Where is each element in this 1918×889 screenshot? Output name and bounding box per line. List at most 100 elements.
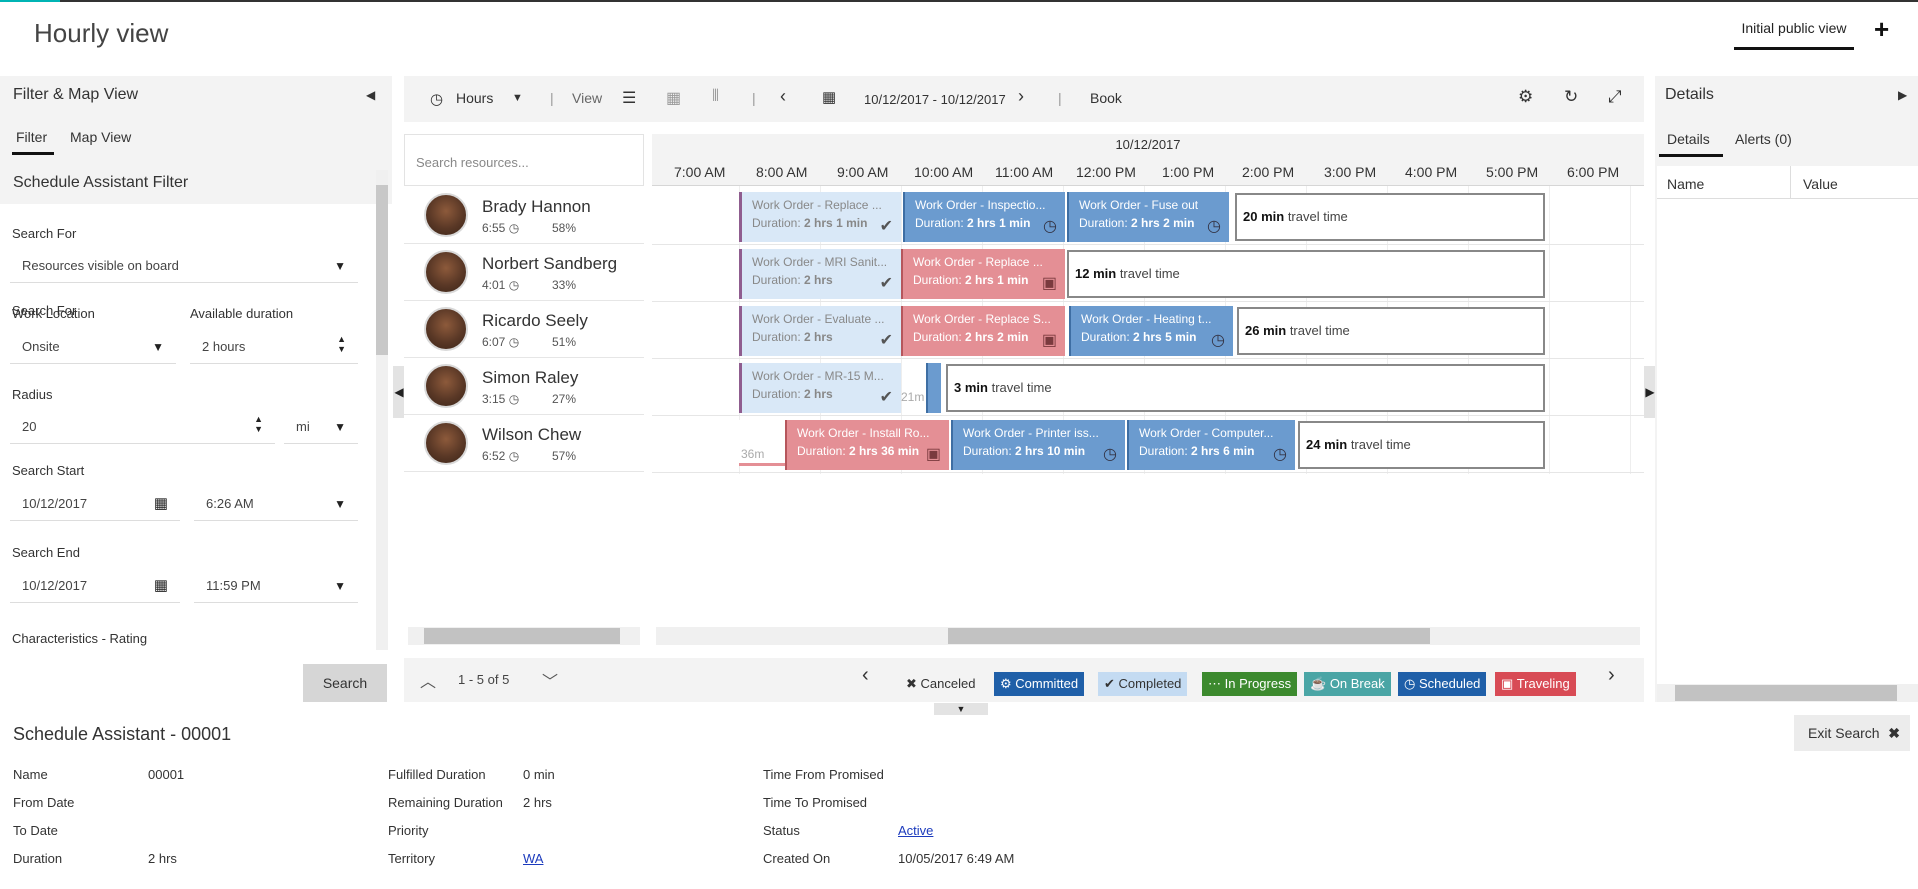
exit-search-button[interactable]: Exit Search ✖	[1794, 715, 1910, 751]
list-view-icon[interactable]: ☰	[622, 88, 636, 108]
booking-title: Work Order - Computer...	[1139, 426, 1274, 440]
collapse-details-icon[interactable]: ▼	[934, 703, 988, 715]
travel-time-block[interactable]: 3 min travel time	[946, 364, 1545, 412]
booking-block[interactable]: Work Order - Install Ro... Duration: 2 h…	[785, 420, 949, 470]
tab-alerts[interactable]: Alerts (0)	[1735, 131, 1792, 147]
hour-label: 10:00 AM	[914, 164, 974, 180]
collapse-right-icon[interactable]: ▶	[1898, 88, 1907, 102]
travel-duration: 20 min	[1243, 209, 1285, 224]
booking-block[interactable]: Work Order - Printer iss... Duration: 2 …	[951, 420, 1125, 470]
toolbar-separator: |	[550, 90, 554, 106]
search-end-time-select[interactable]: 11:59 PM ▼	[194, 569, 358, 603]
timeline-hscrollbar-thumb[interactable]	[948, 628, 1430, 644]
refresh-icon[interactable]: ↻	[1564, 87, 1578, 107]
resource-hours: 6:07 ◷	[482, 335, 520, 349]
booking-block[interactable]: Work Order - MR-15 M... Duration: 2 hrs …	[739, 363, 901, 413]
check-icon: ✔	[879, 389, 893, 406]
briefcase-icon: ▣	[1041, 275, 1057, 292]
booking-block[interactable]: Work Order - Heating t... Duration: 2 hr…	[1069, 306, 1233, 356]
booking-title: Work Order - Inspectio...	[915, 198, 1046, 212]
gear-icon[interactable]: ⚙	[1518, 87, 1533, 107]
calendar-icon[interactable]: ▦	[154, 487, 168, 521]
booking-block[interactable]: Work Order - Inspectio... Duration: 2 hr…	[903, 192, 1065, 242]
book-button[interactable]: Book	[1090, 90, 1122, 106]
toolbar-separator: |	[1058, 90, 1062, 106]
search-for-label: Search For	[12, 226, 77, 241]
search-button[interactable]: Search	[303, 664, 387, 702]
booking-block[interactable]: Work Order - Computer... Duration: 2 hrs…	[1127, 420, 1295, 470]
travel-time-block[interactable]: 12 min travel time	[1067, 250, 1545, 298]
chevron-down-icon[interactable]: ▼	[512, 92, 523, 104]
collapse-left-icon[interactable]: ◀	[366, 88, 375, 102]
resource-row[interactable]: Simon Raley 3:15 ◷ 27%	[404, 358, 644, 415]
calendar-icon[interactable]: ▦	[822, 88, 836, 106]
search-for-select[interactable]: Resources visible on board ▼	[10, 249, 358, 283]
view-selector-tab[interactable]: Initial public view	[1734, 20, 1854, 36]
booking-block[interactable]: Work Order - Replace S... Duration: 2 hr…	[901, 306, 1065, 356]
clock-icon: ◷	[1211, 332, 1225, 349]
search-start-date-input[interactable]: 10/12/2017 ▦	[10, 487, 180, 521]
search-end-time-value: 11:59 PM	[206, 578, 261, 593]
resource-utilization: 27%	[552, 392, 577, 406]
resource-search-input[interactable]: Search resources...	[416, 155, 529, 170]
travel-time-block[interactable]: 26 min travel time	[1237, 307, 1545, 355]
grid-view-icon[interactable]: ▦	[666, 88, 681, 108]
legend-previous-icon[interactable]: ‹	[862, 664, 869, 687]
search-start-time-select[interactable]: 6:26 AM ▼	[194, 487, 358, 521]
radius-unit-select[interactable]: mi ▼	[284, 410, 358, 444]
resource-row[interactable]: Ricardo Seely 6:07 ◷ 51%	[404, 301, 644, 358]
chevron-down-icon[interactable]: ﹀	[542, 668, 558, 692]
resource-row[interactable]: Wilson Chew 6:52 ◷ 57%	[404, 415, 644, 472]
detail-label: Created On	[763, 851, 831, 866]
territory-link[interactable]: WA	[523, 851, 543, 866]
tab-map-view[interactable]: Map View	[70, 129, 131, 145]
filter-scrollbar-thumb[interactable]	[376, 185, 388, 355]
resource-row[interactable]: Norbert Sandberg 4:01 ◷ 33%	[404, 244, 644, 301]
details-hscrollbar-thumb[interactable]	[1675, 685, 1897, 701]
search-end-date-value: 10/12/2017	[22, 578, 88, 593]
small-booking-label: 36m	[741, 447, 765, 461]
booking-block[interactable]: Work Order - Fuse out Duration: 2 hrs 2 …	[1067, 192, 1229, 242]
next-date-icon[interactable]: ›	[1018, 86, 1024, 107]
resource-utilization: 58%	[552, 221, 577, 235]
radius-input[interactable]: 20 ▲ ▼	[10, 410, 275, 444]
detail-value: 00001	[148, 767, 185, 782]
booking-block[interactable]: Work Order - Replace ... Duration: 2 hrs…	[901, 249, 1065, 299]
radius-label: Radius	[12, 387, 53, 402]
available-duration-select[interactable]: 2 hours ▲ ▼	[190, 330, 358, 364]
resource-hours: 3:15 ◷	[482, 392, 520, 406]
row-divider	[652, 358, 1644, 359]
previous-date-icon[interactable]: ‹	[780, 86, 786, 107]
booking-block[interactable]: Work Order - Evaluate ... Duration: 2 hr…	[739, 306, 901, 356]
chevron-down-icon: ▼	[334, 420, 346, 434]
travel-suffix: travel time	[1289, 323, 1350, 338]
resource-hours: 6:55 ◷	[482, 221, 520, 235]
status-link[interactable]: Active	[898, 823, 933, 838]
resource-utilization: 33%	[552, 278, 577, 292]
toolbar-separator: |	[752, 90, 756, 106]
row-divider	[652, 415, 1644, 416]
travel-time-block[interactable]: 20 min travel time	[1235, 193, 1545, 241]
column-view-icon[interactable]: ⦀	[712, 88, 719, 106]
tab-details[interactable]: Details	[1667, 131, 1710, 147]
work-location-select[interactable]: Onsite ▼	[10, 330, 176, 364]
calendar-icon[interactable]: ▦	[154, 569, 168, 603]
date-range[interactable]: 10/12/2017 - 10/12/2017	[864, 92, 1006, 107]
spinner-icon: ▲ ▼	[337, 334, 346, 354]
fullscreen-icon[interactable]: ⤢	[1608, 87, 1622, 107]
search-end-date-input[interactable]: 10/12/2017 ▦	[10, 569, 180, 603]
add-view-button[interactable]: +	[1874, 14, 1889, 45]
resource-hscrollbar-thumb[interactable]	[424, 628, 620, 644]
legend-next-icon[interactable]: ›	[1608, 664, 1615, 687]
chevron-up-icon[interactable]: ︿	[420, 668, 436, 692]
hour-label: 9:00 AM	[837, 164, 889, 180]
travel-time-block[interactable]: 24 min travel time	[1298, 421, 1545, 469]
resource-row[interactable]: Brady Hannon 6:55 ◷ 58%	[404, 187, 644, 244]
booking-block[interactable]: Work Order - MRI Sanit... Duration: 2 hr…	[739, 249, 901, 299]
view-label: View	[572, 90, 603, 106]
check-icon: ✔	[1104, 676, 1115, 691]
booking-block[interactable]: Work Order - Replace ... Duration: 2 hrs…	[739, 192, 901, 242]
booking-block-small[interactable]	[926, 363, 941, 413]
tab-filter[interactable]: Filter	[16, 129, 47, 145]
hours-select[interactable]: Hours	[456, 90, 493, 106]
